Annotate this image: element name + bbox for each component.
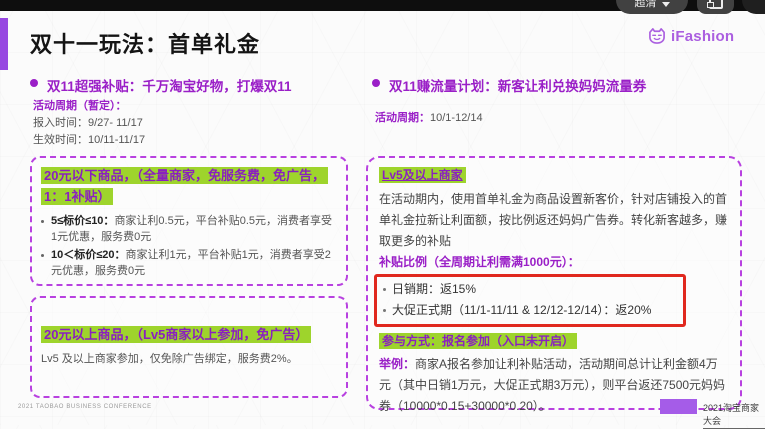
subsidy-item-daily: 日销期：返15% xyxy=(392,279,476,300)
video-quality-button[interactable]: 超清 xyxy=(616,0,688,14)
right-period: 活动周期：10/1-12/14 xyxy=(375,108,483,126)
bullet-icon xyxy=(41,254,44,257)
left-period-line-1: 报入时间：9/27- 11/17 xyxy=(33,114,143,130)
caret-down-icon xyxy=(662,2,670,7)
over20-highlight: 20元以上商品，（Lv5商家以上参加，免广告） xyxy=(41,326,311,343)
right-section-title: 双11赚流量计划：新客让利兑换妈妈流量券 xyxy=(389,75,646,95)
plan-paragraph: 在活动期内，使用首单礼金为商品设置新客价，针对店铺投入的首单礼金拉新让利面额，按… xyxy=(379,189,729,252)
bullet-icon xyxy=(30,79,38,87)
footer-purple-badge xyxy=(660,399,697,414)
pip-window-button[interactable] xyxy=(697,0,734,14)
right-period-label: 活动周期： xyxy=(375,112,430,124)
footer-conference-text: 2021 TAOBAO BUSINESS CONFERENCE xyxy=(18,404,152,410)
right-plan-box: Lv5及以上商家 在活动期内，使用首单礼金为商品设置新客价，针对店铺投入的首单礼… xyxy=(366,156,742,410)
list-item: 日销期：返15% xyxy=(383,279,675,300)
left-rule-box-over20: 20元以上商品，（Lv5商家以上参加，免广告） Lv5 及以上商家参加，仅免除广… xyxy=(30,296,348,398)
right-section-heading: 双11赚流量计划：新客让利兑换妈妈流量券 xyxy=(372,75,742,95)
under20-highlight-wrap: 20元以下商品，（全量商家，免服务费，免广告，1：1补贴） xyxy=(41,165,337,207)
right-period-value: 10/1-12/14 xyxy=(430,112,483,124)
under20-rule-2: 10＜标价≤20：商家让利1元，平台补贴1元，消费者享受2元优惠，服务费0元 xyxy=(51,248,337,279)
over20-highlight-wrap: 20元以上商品，（Lv5商家以上参加，免广告） xyxy=(41,324,337,345)
audience-highlight: Lv5及以上商家 xyxy=(379,167,466,183)
left-period-line-2: 生效时间：10/11-11/17 xyxy=(33,131,145,147)
left-period-label: 活动周期（暂定）： xyxy=(33,97,127,113)
over20-text: Lv5 及以上商家参加，仅免除广告绑定，服务费2%。 xyxy=(41,352,337,368)
list-item: 大促正式期（11/1-11/11 & 12/12-12/14）：返20% xyxy=(383,300,675,321)
audience-highlight-wrap: Lv5及以上商家 xyxy=(379,166,729,185)
under20-bullet-list: 5≤标价≤10：商家让利0.5元，平台补贴0.5元，消费者享受1元优惠，服务费0… xyxy=(41,214,337,279)
list-item: 10＜标价≤20：商家让利1元，平台补贴1元，消费者享受2元优惠，服务费0元 xyxy=(41,248,337,279)
ifashion-logo: iFashion xyxy=(647,26,734,46)
under20-rule-1: 5≤标价≤10：商家让利0.5元，平台补贴0.5元，消费者享受1元优惠，服务费0… xyxy=(51,214,337,245)
video-quality-label: 超清 xyxy=(635,0,657,10)
corner-toolbar-button[interactable] xyxy=(742,0,765,14)
bullet-icon xyxy=(372,79,380,87)
join-highlight-wrap: 参与方式：报名参加（入口未开启） xyxy=(379,332,729,351)
bullet-icon xyxy=(383,288,386,291)
subsidy-item-promo: 大促正式期（11/1-11/11 & 12/12-12/14）：返20% xyxy=(392,300,651,321)
list-item: 5≤标价≤10：商家让利0.5元，平台补贴0.5元，消费者享受1元优惠，服务费0… xyxy=(41,214,337,245)
left-section-title: 双11超强补贴：千万淘宝好物，打爆双11 xyxy=(47,75,292,95)
subsidy-red-callout: 日销期：返15% 大促正式期（11/1-11/11 & 12/12-12/14）… xyxy=(374,274,686,327)
left-section-heading: 双11超强补贴：千万淘宝好物，打爆双11 xyxy=(30,75,360,95)
subsidy-label: 补贴比例（全周期让利需满1000元）： xyxy=(379,252,729,273)
under20-rule-2-range: 10＜标价≤20： xyxy=(51,249,126,261)
bullet-icon xyxy=(383,309,386,312)
under20-highlight: 20元以下商品，（全量商家，免服务费，免广告，1：1补贴） xyxy=(41,167,328,205)
bullet-icon xyxy=(41,220,44,223)
ifashion-cat-icon xyxy=(647,26,667,46)
under20-rule-1-range: 5≤标价≤10： xyxy=(51,215,114,227)
page-title: 双十一玩法：首单礼金 xyxy=(30,27,260,59)
ifashion-logo-text: iFashion xyxy=(671,28,734,45)
title-accent-bar xyxy=(0,18,8,70)
pip-icon xyxy=(709,0,723,9)
left-rule-box-under20: 20元以下商品，（全量商家，免服务费，免广告，1：1补贴） 5≤标价≤10：商家… xyxy=(30,156,348,286)
example-label: 举例： xyxy=(379,357,415,371)
join-highlight: 参与方式：报名参加（入口未开启） xyxy=(379,333,577,349)
